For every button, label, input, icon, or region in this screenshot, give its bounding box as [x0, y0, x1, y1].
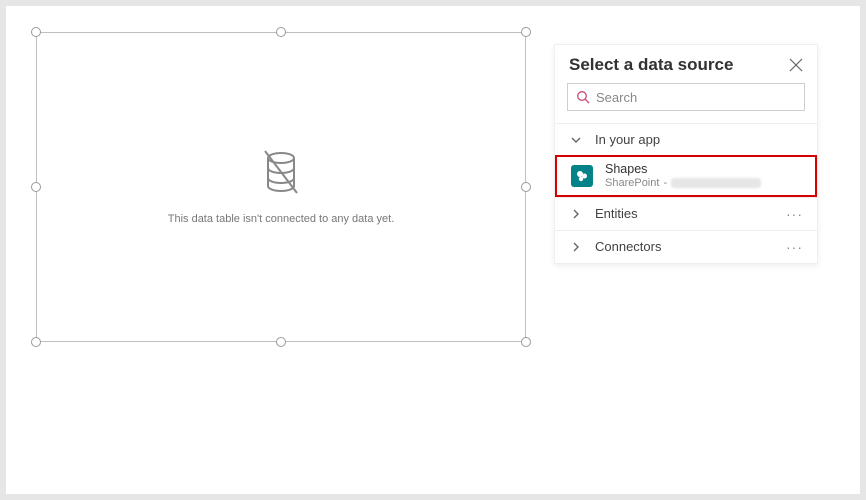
close-button[interactable]	[787, 56, 805, 74]
chevron-right-icon	[569, 240, 583, 254]
placeholder-message: This data table isn't connected to any d…	[168, 213, 395, 225]
data-source-item-shapes[interactable]: Shapes SharePoint -	[555, 155, 817, 197]
data-source-panel: Select a data source In your app	[554, 44, 818, 264]
search-icon	[576, 90, 590, 104]
chevron-right-icon	[569, 207, 583, 221]
database-no-data-icon	[261, 150, 301, 201]
more-button[interactable]: ···	[786, 239, 803, 255]
close-icon	[789, 58, 803, 72]
item-subtitle: SharePoint -	[605, 177, 801, 189]
data-table-control[interactable]: This data table isn't connected to any d…	[36, 32, 526, 342]
section-entities[interactable]: Entities ···	[555, 198, 817, 230]
chevron-down-icon	[569, 133, 583, 147]
panel-header: Select a data source	[555, 45, 817, 79]
section-in-your-app[interactable]: In your app	[555, 124, 817, 155]
data-table-placeholder: This data table isn't connected to any d…	[36, 32, 526, 342]
connector-name: SharePoint	[605, 177, 659, 189]
search-input[interactable]	[596, 90, 796, 105]
redacted-account	[671, 178, 761, 188]
section-label: Entities	[595, 206, 774, 221]
section-label: Connectors	[595, 239, 774, 254]
item-title: Shapes	[605, 163, 801, 177]
search-box[interactable]	[567, 83, 805, 111]
item-body: Shapes SharePoint -	[605, 163, 801, 189]
search-wrap	[555, 79, 817, 123]
section-label: In your app	[595, 132, 660, 147]
sharepoint-icon	[571, 165, 593, 187]
section-connectors[interactable]: Connectors ···	[555, 231, 817, 263]
panel-title: Select a data source	[569, 55, 733, 75]
more-button[interactable]: ···	[786, 206, 803, 222]
